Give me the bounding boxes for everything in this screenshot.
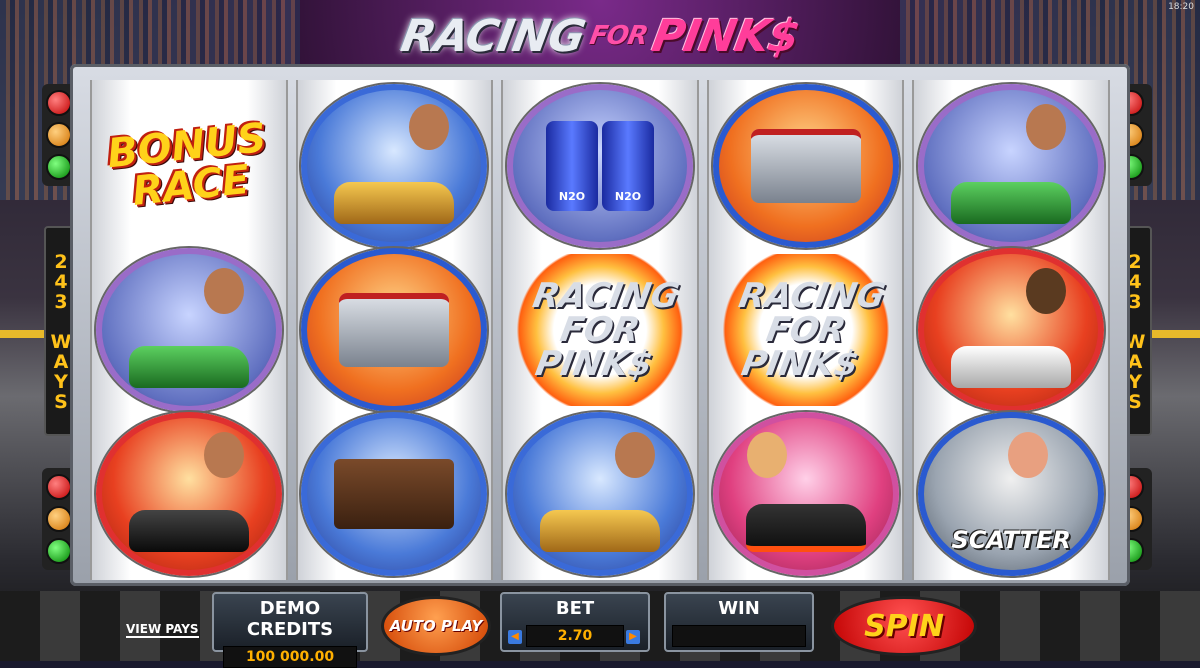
bet-value: 2.70 <box>526 625 624 647</box>
driver-portrait <box>203 432 244 478</box>
green-lamp <box>46 154 72 180</box>
wild-logo-text: RACING FOR PINK$ <box>735 276 888 384</box>
gold-lowrider-cowboy-symbol <box>301 84 488 248</box>
reel-cell <box>709 412 903 576</box>
view-pays-link[interactable]: VIEW PAYS <box>126 622 199 638</box>
gold-car-icon <box>334 182 455 224</box>
game-title-logo: RACING FOR PINK$ <box>314 4 885 68</box>
wild-logo-text: RACING FOR PINK$ <box>529 276 683 384</box>
nitro-tank-icon: N2O <box>601 121 654 211</box>
nitro-tank-icon: N2O <box>545 121 598 211</box>
reel-cell <box>503 412 697 576</box>
reel-cell <box>914 84 1108 248</box>
muscle-car-icon <box>951 346 1072 388</box>
cowboy-portrait <box>614 432 655 478</box>
yellow-lamp <box>46 122 72 148</box>
green-car-icon <box>951 182 1072 224</box>
autoplay-button[interactable]: AUTO PLAY <box>381 596 491 656</box>
scatter-symbol: SCATTER <box>918 412 1105 576</box>
green-car-icon <box>128 346 249 388</box>
engine-icon <box>339 293 450 367</box>
nitro-tanks-symbol: N2O N2O <box>506 84 693 248</box>
red-lamp <box>46 90 72 116</box>
reel-3: N2O N2O RACING FOR PINK$ <box>501 80 699 580</box>
reel-cell: RACING FOR PINK$ <box>503 248 697 412</box>
reel-cell <box>298 412 492 576</box>
hotrod-icon <box>745 504 866 552</box>
muscle-car-driver-symbol <box>918 248 1105 412</box>
gold-car-icon <box>539 510 660 552</box>
reel-1: BONUS RACE <box>90 80 288 580</box>
reel-cell <box>709 84 903 248</box>
win-value <box>672 625 806 647</box>
scatter-label: SCATTER <box>951 526 1071 554</box>
money-briefcase-symbol <box>301 412 488 576</box>
title-racing: RACING <box>397 10 589 62</box>
red-lamp <box>46 474 72 500</box>
win-label: WIN <box>718 598 760 619</box>
reel-cell <box>92 412 286 576</box>
bonus-race-symbol: BONUS RACE <box>105 114 269 215</box>
credits-label: DEMO CREDITS <box>246 598 334 640</box>
spin-button[interactable]: SPIN <box>831 596 977 656</box>
racing-for-pinks-wild-symbol: RACING FOR PINK$ <box>512 254 687 406</box>
win-panel: WIN <box>664 592 814 652</box>
reel-cell <box>298 248 492 412</box>
gold-lowrider-cowboy-symbol <box>506 412 693 576</box>
green-car-driver-symbol <box>918 84 1105 248</box>
bet-label: BET <box>555 598 595 619</box>
reel-5: SCATTER <box>912 80 1110 580</box>
woman-portrait <box>746 432 787 478</box>
engine-icon <box>750 129 861 203</box>
bet-increase-arrow-icon[interactable]: ▶ <box>626 630 640 644</box>
driver-portrait <box>1026 268 1067 314</box>
reel-2 <box>295 80 494 580</box>
reel-4: RACING FOR PINK$ <box>706 80 905 580</box>
title-pinks: PINK$ <box>648 10 803 62</box>
title-for: FOR <box>587 21 650 51</box>
black-car-icon <box>128 510 249 552</box>
reel-cell <box>298 84 492 248</box>
woman-portrait <box>1008 432 1049 478</box>
reel-grid: BONUS RACE N2O N2O RACING FOR PINK$ RACI… <box>90 80 1110 580</box>
bet-decrease-arrow-icon[interactable]: ◀ <box>508 630 522 644</box>
racing-for-pinks-wild-symbol: RACING FOR PINK$ <box>718 254 893 406</box>
reel-cell: SCATTER <box>914 412 1108 576</box>
reel-cell: RACING FOR PINK$ <box>709 248 903 412</box>
engine-symbol <box>301 248 488 412</box>
briefcase-icon <box>334 459 455 529</box>
reel-cell: BONUS RACE <box>92 84 286 248</box>
yellow-lamp <box>46 506 72 532</box>
cowboy-portrait <box>409 104 450 150</box>
system-clock: 18:20 <box>1168 2 1194 12</box>
green-car-driver-symbol <box>95 248 282 412</box>
black-car-driver-symbol <box>95 412 282 576</box>
reel-cell <box>92 248 286 412</box>
green-lamp <box>46 538 72 564</box>
driver-portrait <box>203 268 244 314</box>
credits-value: 100 000.00 <box>223 646 357 668</box>
driver-portrait <box>1026 104 1067 150</box>
reel-cell: N2O N2O <box>503 84 697 248</box>
engine-symbol <box>712 84 899 248</box>
hotrod-woman-symbol <box>712 412 899 576</box>
reel-cell <box>914 248 1108 412</box>
credits-panel: DEMO CREDITS 100 000.00 <box>212 592 368 668</box>
